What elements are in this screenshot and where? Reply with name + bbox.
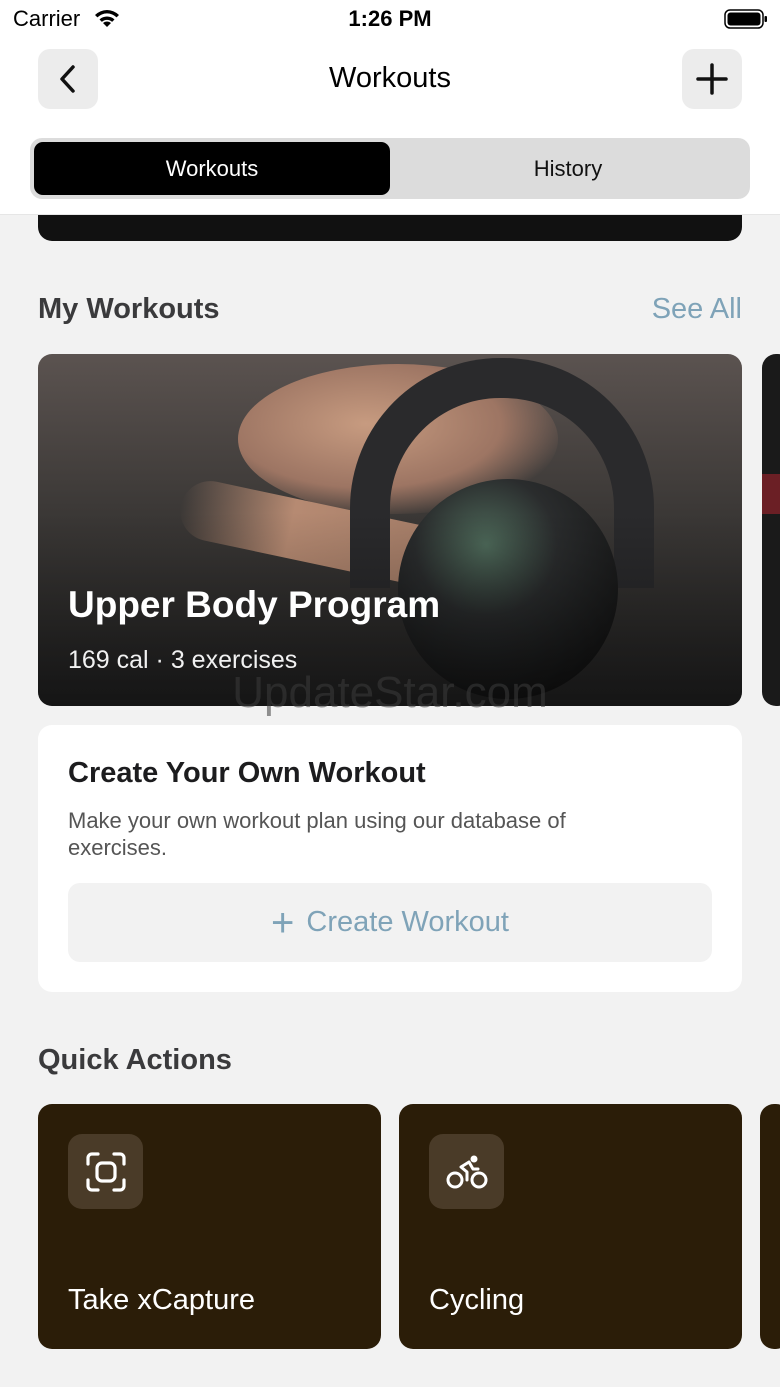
create-workout-button-label: Create Workout (306, 906, 509, 938)
battery-icon (724, 9, 768, 29)
quick-action-label: Take xCapture (68, 1284, 255, 1316)
page-title: Workouts (329, 62, 451, 94)
see-all-link[interactable]: See All (652, 293, 742, 326)
nav-header: Workouts Workouts History (0, 40, 780, 215)
quick-action-take-xcapture[interactable]: Take xCapture (38, 1104, 381, 1349)
workout-card-title: Upper Body Program (68, 584, 441, 625)
quick-action-cycling[interactable]: Cycling (399, 1104, 742, 1349)
plus-icon: + (271, 900, 295, 945)
my-workouts-title: My Workouts (38, 293, 220, 325)
create-workout-button[interactable]: + Create Workout (68, 883, 712, 962)
watermark: UpdateStar.com (232, 668, 548, 717)
clock: 1:26 PM (348, 6, 432, 31)
segmented-control: Workouts History (30, 138, 750, 199)
quick-action-next[interactable] (760, 1104, 780, 1349)
add-button[interactable] (682, 49, 742, 109)
workout-card-next[interactable] (762, 354, 780, 706)
tab-history[interactable]: History (390, 142, 746, 195)
status-bar: Carrier 1:26 PM (0, 0, 780, 40)
create-workout-card: Create Your Own Workout Make your own wo… (38, 725, 742, 992)
cycling-icon (429, 1134, 504, 1209)
quick-actions-title: Quick Actions (38, 1044, 232, 1076)
create-workout-title: Create Your Own Workout (68, 757, 426, 789)
create-workout-description: Make your own workout plan using our dat… (68, 808, 566, 860)
quick-action-label: Cycling (429, 1284, 525, 1316)
plus-icon (696, 63, 728, 95)
tab-workouts[interactable]: Workouts (34, 142, 390, 195)
workout-card[interactable]: Upper Body Program 169 cal · 3 exercises (38, 354, 742, 706)
scan-icon (68, 1134, 143, 1209)
